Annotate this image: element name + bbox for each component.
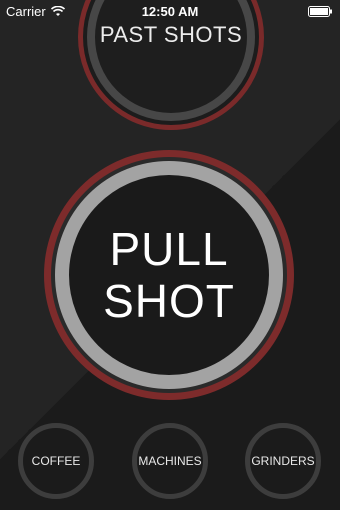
status-bar: Carrier 12:50 AM [0, 0, 340, 22]
coffee-label: COFFEE [31, 454, 81, 468]
pull-shot-label-line2: SHOT [103, 275, 235, 327]
grinders-label: GRINDERS [251, 454, 315, 468]
status-time: 12:50 AM [141, 4, 199, 19]
pull-shot-button[interactable]: PULL SHOT [44, 150, 294, 400]
machines-button[interactable]: MACHINES [132, 423, 208, 499]
grinders-button[interactable]: GRINDERS [245, 423, 321, 499]
machines-label: MACHINES [138, 454, 202, 468]
battery-icon [308, 6, 332, 17]
app-screen: Carrier 12:50 AM PAST SHOTS PULL SHOT CO… [0, 0, 340, 510]
pull-shot-inner-ring: PULL SHOT [55, 161, 283, 389]
pull-shot-label-line1: PULL [109, 223, 229, 275]
coffee-button[interactable]: COFFEE [18, 423, 94, 499]
past-shots-label: PAST SHOTS [99, 22, 243, 47]
